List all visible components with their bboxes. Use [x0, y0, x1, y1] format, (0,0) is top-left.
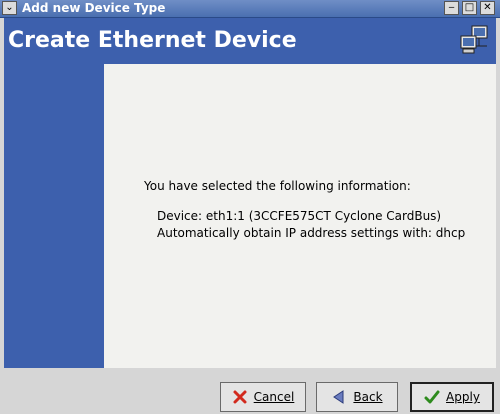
minimize-icon: ‒	[448, 2, 455, 13]
close-button[interactable]: ✕	[480, 1, 495, 15]
summary-panel: You have selected the following informat…	[104, 64, 496, 368]
close-icon: ✕	[483, 2, 492, 13]
dhcp-info: Automatically obtain IP address settings…	[157, 226, 466, 240]
page-header: Create Ethernet Device	[4, 18, 496, 64]
apply-label: Apply	[446, 390, 480, 404]
button-bar: Cancel Back Apply	[0, 368, 500, 414]
chevron-down-icon: ⌄	[5, 2, 14, 13]
device-info: Device: eth1:1 (3CCFE575CT Cyclone CardB…	[157, 209, 442, 223]
window-title: Add new Device Type	[22, 1, 166, 15]
back-label: Back	[353, 390, 383, 404]
side-panel	[4, 64, 104, 368]
title-bar[interactable]: ⌄ Add new Device Type ‒ □ ✕	[0, 0, 500, 18]
apply-button[interactable]: Apply	[410, 382, 494, 412]
cancel-icon	[233, 390, 247, 404]
checkmark-icon	[424, 390, 440, 404]
summary-intro: You have selected the following informat…	[144, 179, 411, 193]
window-menu-button[interactable]: ⌄	[2, 1, 17, 15]
back-button[interactable]: Back	[316, 382, 398, 412]
maximize-icon: □	[464, 2, 475, 13]
network-computer-icon	[460, 25, 488, 54]
cancel-button[interactable]: Cancel	[220, 382, 306, 412]
page-title: Create Ethernet Device	[8, 28, 297, 53]
cancel-label: Cancel	[253, 390, 295, 404]
minimize-button[interactable]: ‒	[444, 1, 459, 15]
maximize-button[interactable]: □	[462, 1, 477, 15]
back-arrow-icon	[333, 390, 344, 404]
